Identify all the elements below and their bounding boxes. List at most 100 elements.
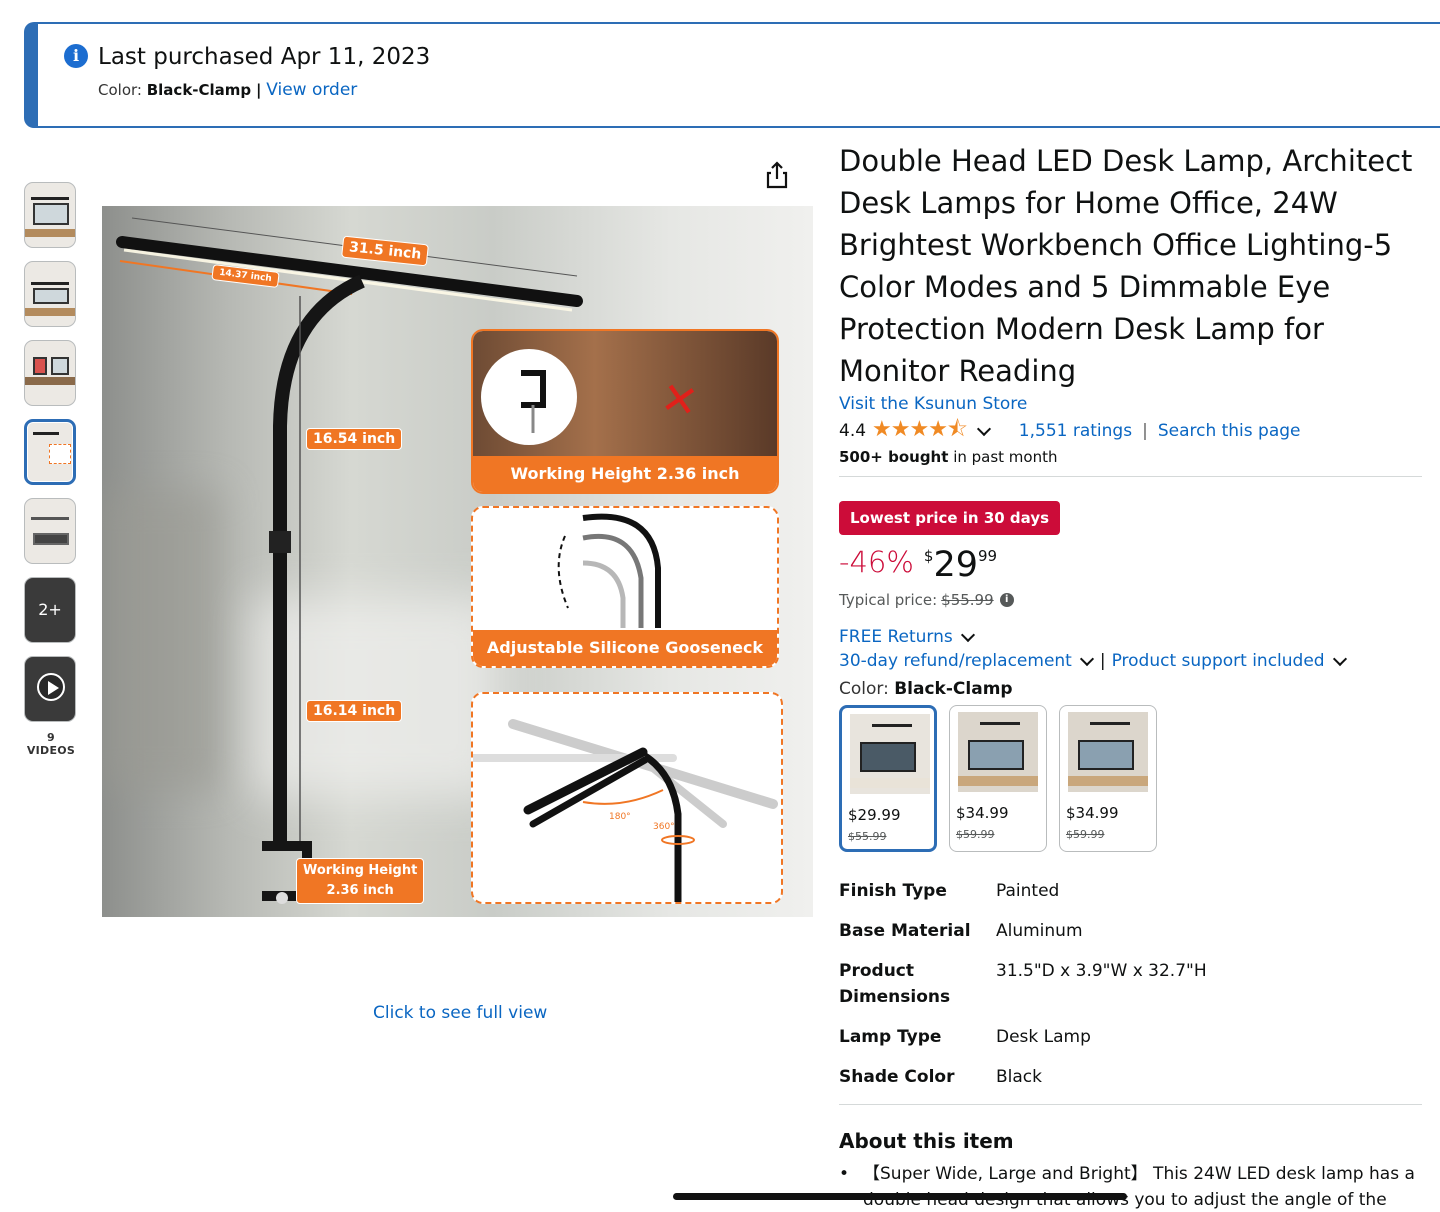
thumbnail-strip: 2+ 9 VIDEOS [24, 182, 78, 757]
spec-value: Aluminum [996, 921, 1083, 941]
swatch-option-3[interactable]: $34.99 $59.99 [1059, 705, 1157, 852]
spec-key: Lamp Type [839, 1027, 942, 1047]
thumbnail-5[interactable] [24, 498, 76, 564]
spec-row: Finish Type Painted [839, 878, 1429, 904]
share-icon[interactable] [762, 160, 792, 190]
clamp-height-tag: Working Height 2.36 inch [296, 858, 425, 904]
swatch-option-2[interactable]: $34.99 $59.99 [949, 705, 1047, 852]
selected-color: Black-Clamp [894, 679, 1013, 699]
spec-row: Product Dimensions 31.5"D x 3.9"W x 32.7"… [839, 958, 1429, 1010]
product-details: Double Head LED Desk Lamp, Architect Des… [839, 140, 1429, 1212]
price-whole: 29 [933, 545, 979, 585]
rotation-illustration [473, 719, 778, 902]
thumbnail-more[interactable]: 2+ [24, 577, 76, 643]
typical-price: Typical price: $55.99 i [839, 591, 1429, 609]
bought-count: 500+ bought in past month [839, 448, 1429, 466]
free-returns-label[interactable]: FREE Returns [839, 627, 953, 647]
swatch-price: $29.99 [848, 806, 901, 824]
chevron-down-icon[interactable] [1079, 651, 1094, 667]
purchase-details: Color: Black-Clamp | View order [98, 80, 357, 100]
last-purchased-title: Last purchased Apr 11, 2023 [98, 44, 431, 70]
thumbnail-2[interactable] [24, 261, 76, 327]
last-purchased-banner: i Last purchased Apr 11, 2023 Color: Bla… [24, 22, 1440, 128]
swatch-old-price: $55.99 [848, 830, 887, 843]
spec-value: 31.5"D x 3.9"W x 32.7"H [996, 961, 1207, 981]
about-title: About this item [839, 1129, 1014, 1153]
thumbnail-video[interactable] [24, 656, 76, 722]
panel-working-height-caption: Working Height 2.36 inch [473, 456, 777, 492]
full-view-link[interactable]: Click to see full view [373, 1003, 547, 1023]
color-label-text: Color: [839, 679, 895, 699]
support-link[interactable]: Product support included [1112, 651, 1325, 671]
divider [839, 476, 1422, 477]
discount-percent: -46% [839, 545, 914, 579]
thumbnail-1[interactable] [24, 182, 76, 248]
refund-row: 30-day refund/replacement | Product supp… [839, 651, 1429, 671]
home-indicator[interactable] [673, 1193, 1127, 1200]
chevron-down-icon[interactable] [976, 421, 991, 437]
panel-working-height: ✕ Working Height 2.36 inch [471, 329, 779, 494]
panel-rotation: 180° 360° [471, 692, 783, 904]
info-icon: i [64, 44, 88, 68]
spec-key: Product Dimensions [839, 961, 951, 1007]
main-product-image[interactable]: 31.5 inch 14.37 inch 16.54 inch 16.14 in… [102, 206, 813, 917]
product-title: Double Head LED Desk Lamp, Architect Des… [839, 144, 1413, 388]
panel-gooseneck-caption: Adjustable Silicone Gooseneck [473, 630, 777, 666]
play-icon [37, 673, 65, 701]
refund-link[interactable]: 30-day refund/replacement [839, 651, 1072, 671]
spec-key: Shade Color [839, 1067, 955, 1087]
bought-bold: 500+ bought [839, 448, 949, 466]
swatch-price: $34.99 [1066, 804, 1119, 822]
typical-label: Typical price: [839, 591, 938, 609]
clamp-height-label: Working Height [303, 863, 418, 878]
separator: | [1099, 651, 1106, 671]
spec-value: Black [996, 1067, 1042, 1087]
search-page-link[interactable]: Search this page [1158, 421, 1301, 441]
thumbnail-4[interactable] [24, 419, 76, 485]
spec-key: Finish Type [839, 881, 947, 901]
rating-row: 4.4 ★★★★⯪ 1,551 ratings | Search this pa… [839, 417, 1429, 444]
chevron-down-icon[interactable] [1332, 651, 1347, 667]
rating-value: 4.4 [839, 421, 867, 441]
spec-table: Finish Type Painted Base Material Aluminum… [839, 878, 1429, 1090]
free-returns[interactable]: FREE Returns [839, 627, 1429, 647]
price-currency: $ [923, 547, 934, 565]
clamp-height-value: 2.36 inch [326, 883, 394, 898]
bought-rest: in past month [948, 448, 1058, 466]
chevron-down-icon[interactable] [960, 627, 975, 643]
spec-row: Base Material Aluminum [839, 918, 1429, 944]
rotation-360-label: 360° [653, 822, 675, 832]
spec-row: Shade Color Black [839, 1064, 1429, 1090]
gooseneck-illustration [557, 513, 661, 628]
thumbnail-3[interactable] [24, 340, 76, 406]
color-value: Black-Clamp [146, 81, 252, 99]
separator: | [255, 81, 262, 99]
rotation-180-label: 180° [609, 812, 631, 822]
spec-value: Desk Lamp [996, 1027, 1091, 1047]
divider [839, 1104, 1422, 1105]
info-icon[interactable]: i [999, 593, 1014, 607]
bullet-dot: • [839, 1164, 850, 1184]
videos-label[interactable]: 9 VIDEOS [24, 731, 78, 757]
color-label: Color: [98, 81, 142, 99]
star-rating-icon[interactable]: ★★★★⯪ [872, 412, 968, 450]
swatch-price: $34.99 [956, 804, 1009, 822]
upper-height-tag: 16.54 inch [306, 428, 403, 450]
price-fraction: 99 [978, 547, 998, 565]
spec-key: Base Material [839, 921, 971, 941]
view-order-link[interactable]: View order [266, 80, 357, 100]
swatch-black-clamp[interactable]: $29.99 $55.99 [839, 705, 937, 852]
more-count: 2+ [38, 600, 62, 619]
clamp-detail-circle [481, 349, 577, 445]
deal-badge: Lowest price in 30 days [839, 501, 1061, 535]
about-bullet: • 【Super Wide, Large and Bright】 This 24… [839, 1161, 1429, 1212]
panel-gooseneck: Adjustable Silicone Gooseneck [471, 506, 779, 668]
ratings-count-link[interactable]: 1,551 ratings [1019, 421, 1132, 441]
price-row: -46% $ 29 99 [839, 545, 1429, 585]
separator: | [1142, 421, 1148, 441]
spec-row: Lamp Type Desk Lamp [839, 1024, 1429, 1050]
store-link[interactable]: Visit the Ksunun Store [839, 394, 1429, 414]
color-swatches: $29.99 $55.99 $34.99 $59.99 $34.99 $59.9… [839, 705, 1429, 852]
lower-height-tag: 16.14 inch [306, 700, 403, 722]
swatch-old-price: $59.99 [1066, 828, 1105, 841]
